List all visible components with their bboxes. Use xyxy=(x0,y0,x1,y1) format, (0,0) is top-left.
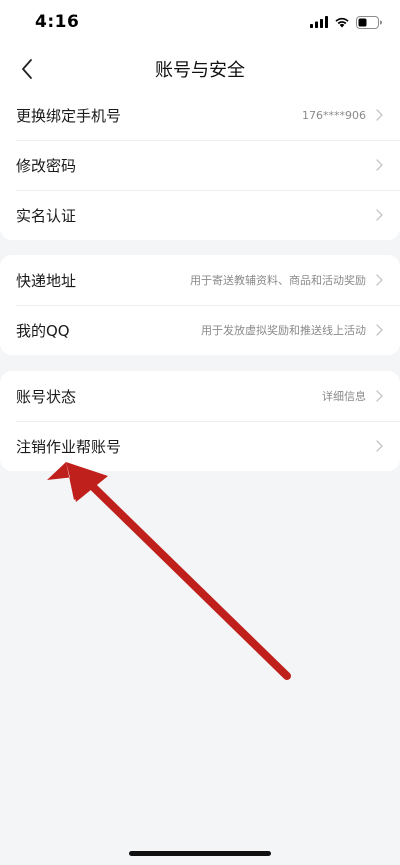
chevron-right-icon xyxy=(374,390,384,402)
row-label: 更换绑定手机号 xyxy=(16,106,122,125)
row-label: 账号状态 xyxy=(16,387,77,406)
row-real-name-verification[interactable]: 实名认证 xyxy=(0,190,400,240)
page-title: 账号与安全 xyxy=(155,60,245,81)
battery-icon xyxy=(356,15,382,29)
annotation-arrow-shaft xyxy=(80,474,291,680)
home-indicator xyxy=(129,851,271,856)
row-delivery-address[interactable]: 快递地址 用于寄送教辅资料、商品和活动奖励 xyxy=(0,255,400,305)
chevron-right-icon xyxy=(374,324,384,336)
section-address-qq: 快递地址 用于寄送教辅资料、商品和活动奖励 我的QQ 用于发放虚拟奖励和推送线上… xyxy=(0,255,400,355)
status-bar: 4:16 xyxy=(0,0,400,46)
row-label: 注销作业帮账号 xyxy=(16,437,122,456)
row-label: 快递地址 xyxy=(16,271,77,290)
row-change-password[interactable]: 修改密码 xyxy=(0,140,400,190)
row-label: 实名认证 xyxy=(16,206,77,225)
section-account-status: 账号状态 详细信息 注销作业帮账号 xyxy=(0,371,400,471)
wifi-icon xyxy=(335,17,349,28)
chevron-right-icon xyxy=(374,274,384,286)
row-my-qq[interactable]: 我的QQ 用于发放虚拟奖励和推送线上活动 xyxy=(0,305,400,355)
navigation-bar: 账号与安全 xyxy=(0,46,400,90)
row-change-phone[interactable]: 更换绑定手机号 176****906 xyxy=(0,90,400,140)
chevron-right-icon xyxy=(374,109,384,121)
status-icons xyxy=(310,14,382,30)
chevron-right-icon xyxy=(374,159,384,171)
cellular-signal-icon xyxy=(310,16,328,28)
row-label: 修改密码 xyxy=(16,156,77,175)
section-phone-password: 更换绑定手机号 176****906 修改密码 实名认证 xyxy=(0,90,400,240)
row-value: 用于寄送教辅资料、商品和活动奖励 xyxy=(190,274,366,287)
status-time: 4:16 xyxy=(35,12,80,32)
chevron-right-icon xyxy=(374,209,384,221)
row-cancel-account[interactable]: 注销作业帮账号 xyxy=(0,421,400,471)
row-value: 用于发放虚拟奖励和推送线上活动 xyxy=(201,324,366,337)
row-value: 176****906 xyxy=(302,108,366,122)
chevron-right-icon xyxy=(374,440,384,452)
row-label: 我的QQ xyxy=(16,321,70,340)
row-value: 详细信息 xyxy=(322,390,366,403)
row-account-status[interactable]: 账号状态 详细信息 xyxy=(0,371,400,421)
